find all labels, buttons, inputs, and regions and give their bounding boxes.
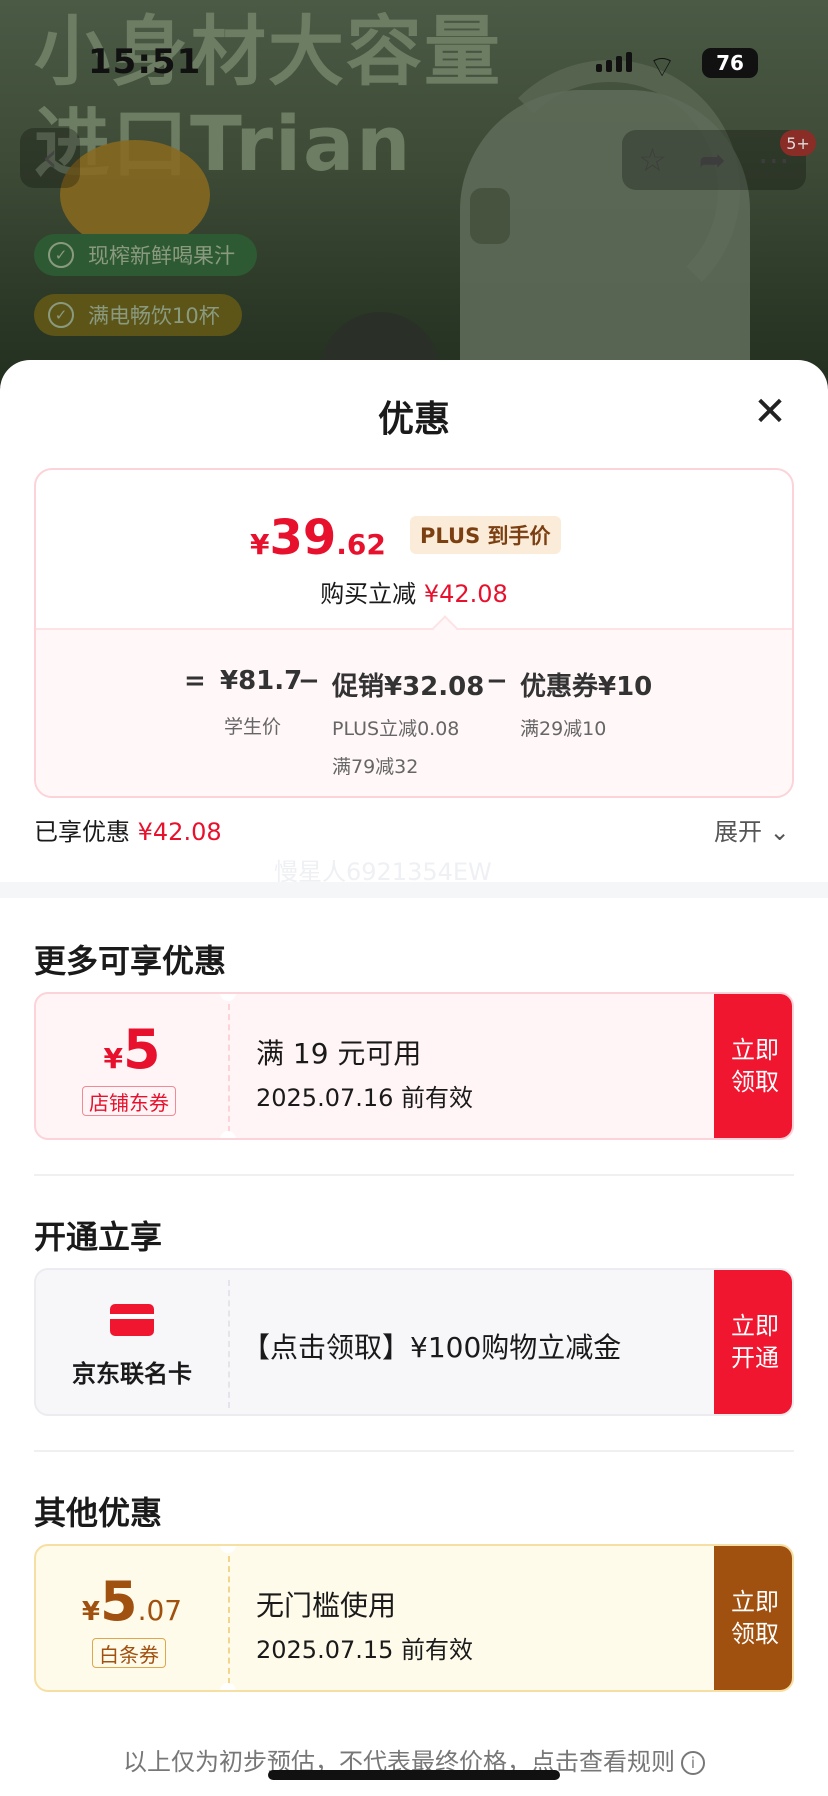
coupon-amount-number: 5 — [122, 1018, 161, 1081]
coupon-expiry: 2025.07.16 前有效 — [256, 1084, 474, 1112]
card-name: 京东联名卡 — [72, 1360, 192, 1388]
offer-text: 【点击领取】¥100购物立减金 — [242, 1331, 622, 1364]
coupon-details: 满 19 元可用 2025.07.16 前有效 — [228, 994, 714, 1138]
discount-sheet: 优惠 ✕ ¥ 39 .62 PLUS 到手价 购买立减 ¥42.08 = ¥81… — [0, 360, 828, 1796]
section-divider — [0, 882, 828, 898]
open-card-button[interactable]: 立即开通 — [714, 1270, 792, 1414]
coupon-notch — [220, 1131, 236, 1138]
coupon-notch — [220, 1683, 236, 1690]
coupon-amount: ¥5 — [36, 1018, 228, 1081]
share-icon[interactable]: ➦ — [699, 141, 726, 179]
coupon-amount-number: 5 — [99, 1570, 138, 1633]
price-breakdown-card: ¥ 39 .62 PLUS 到手价 购买立减 ¥42.08 = ¥81.7 − … — [34, 468, 794, 798]
coupon-amount-area: ¥5.07 白条券 — [36, 1546, 228, 1690]
info-icon: i — [681, 1751, 705, 1775]
close-icon[interactable]: ✕ — [748, 390, 792, 434]
coupon-details: 无门槛使用 2025.07.15 前有效 — [228, 1546, 714, 1690]
status-time: 15:51 — [88, 42, 202, 82]
feature-pill: ✓ 满电畅饮10杯 — [34, 294, 242, 336]
promo-detail: PLUS立减0.08 — [332, 718, 460, 740]
shop-coupon-card: ¥5 店铺东券 满 19 元可用 2025.07.16 前有效 立即领取 — [34, 992, 794, 1140]
enjoyed-label: 已享优惠 — [34, 818, 130, 846]
message-badge: 5+ — [780, 130, 816, 156]
final-price-area: ¥ 39 .62 PLUS 到手价 购买立减 ¥42.08 — [36, 470, 792, 628]
feature-pill-label: 满电畅饮10杯 — [88, 304, 220, 328]
claim-coupon-button[interactable]: 立即领取 — [714, 994, 792, 1138]
coupon-condition: 无门槛使用 — [256, 1589, 397, 1622]
check-icon: ✓ — [48, 242, 74, 268]
section-title-open: 开通立享 — [34, 1218, 163, 1256]
base-price: ¥81.7 — [220, 666, 303, 696]
minus-sign: − — [298, 666, 320, 696]
coupon-currency: ¥ — [103, 1042, 123, 1075]
section-title-more: 更多可享优惠 — [34, 942, 227, 980]
top-action-bar: ☆ ➦ ⋯ — [622, 130, 806, 190]
wifi-icon: ⌔ — [648, 50, 677, 85]
coupon-detail: 满29减10 — [520, 718, 607, 740]
enjoyed-discount: 已享优惠 ¥42.08 — [34, 812, 222, 847]
plus-price-tag: PLUS 到手价 — [410, 516, 561, 554]
feature-pill-label: 现榨新鲜喝果汁 — [88, 244, 235, 268]
promo-value: 促销¥32.08 — [332, 672, 485, 702]
credit-card-icon — [110, 1304, 154, 1336]
sheet-title: 优惠 — [377, 399, 450, 440]
co-brand-card-offer: 京东联名卡 【点击领取】¥100购物立减金 立即开通 — [34, 1268, 794, 1416]
instant-discount: 购买立减 ¥42.08 — [36, 574, 792, 609]
cellular-signal-icon — [596, 52, 632, 72]
coupon-amount-area: ¥5 店铺东券 — [36, 994, 228, 1138]
check-icon: ✓ — [48, 302, 74, 328]
price-formula: = ¥81.7 − 促销¥32.08 − 优惠券¥10 学生价 PLUS立减0.… — [36, 628, 792, 796]
final-price: ¥ 39 .62 — [250, 510, 386, 566]
coupon-condition: 满 19 元可用 — [256, 1037, 422, 1070]
coupon-type-tag: 白条券 — [92, 1638, 166, 1668]
coupon-currency: ¥ — [81, 1597, 100, 1627]
divider — [34, 1450, 794, 1452]
price-integer: 39 — [269, 510, 337, 566]
coupon-type-tag: 店铺东券 — [82, 1086, 176, 1116]
coupon-value: 优惠券¥10 — [520, 672, 653, 702]
minus-sign: − — [486, 666, 508, 696]
star-icon[interactable]: ☆ — [638, 141, 667, 179]
promo-detail: 满79减32 — [332, 756, 419, 778]
base-price-label: 学生价 — [224, 716, 282, 738]
price-currency: ¥ — [250, 528, 270, 561]
battery-icon: 76 — [702, 48, 758, 78]
back-button[interactable]: ‹ — [20, 128, 80, 188]
divider — [34, 1174, 794, 1176]
expand-label: 展开 — [714, 818, 762, 846]
offer-details: 【点击领取】¥100购物立减金 — [228, 1270, 714, 1414]
equals-sign: = — [184, 666, 206, 696]
status-bar: 15:51 ⌔ 76 — [0, 30, 828, 90]
product-background: 小身材大容量 进口Trian ✓ 现榨新鲜喝果汁 ✓ 满电畅饮10杯 15:51… — [0, 0, 828, 420]
section-title-other: 其他优惠 — [34, 1494, 163, 1532]
baitiao-coupon-card: ¥5.07 白条券 无门槛使用 2025.07.15 前有效 立即领取 — [34, 1544, 794, 1692]
instant-label: 购买立减 — [320, 580, 417, 608]
chevron-down-icon: ⌄ — [769, 818, 790, 846]
coupon-expiry: 2025.07.15 前有效 — [256, 1636, 474, 1664]
enjoyed-value: ¥42.08 — [137, 818, 222, 846]
feature-pill: ✓ 现榨新鲜喝果汁 — [34, 234, 257, 276]
home-indicator — [268, 1770, 560, 1780]
card-info-area: 京东联名卡 — [36, 1270, 228, 1414]
claim-coupon-button[interactable]: 立即领取 — [714, 1546, 792, 1690]
bottle-knob-image — [470, 188, 510, 244]
expand-button[interactable]: 展开 ⌄ — [714, 812, 790, 847]
price-decimal: .62 — [336, 528, 386, 561]
instant-value: ¥42.08 — [423, 580, 508, 608]
coupon-amount: ¥5.07 — [36, 1570, 228, 1633]
coupon-amount-decimal: .07 — [137, 1594, 183, 1627]
